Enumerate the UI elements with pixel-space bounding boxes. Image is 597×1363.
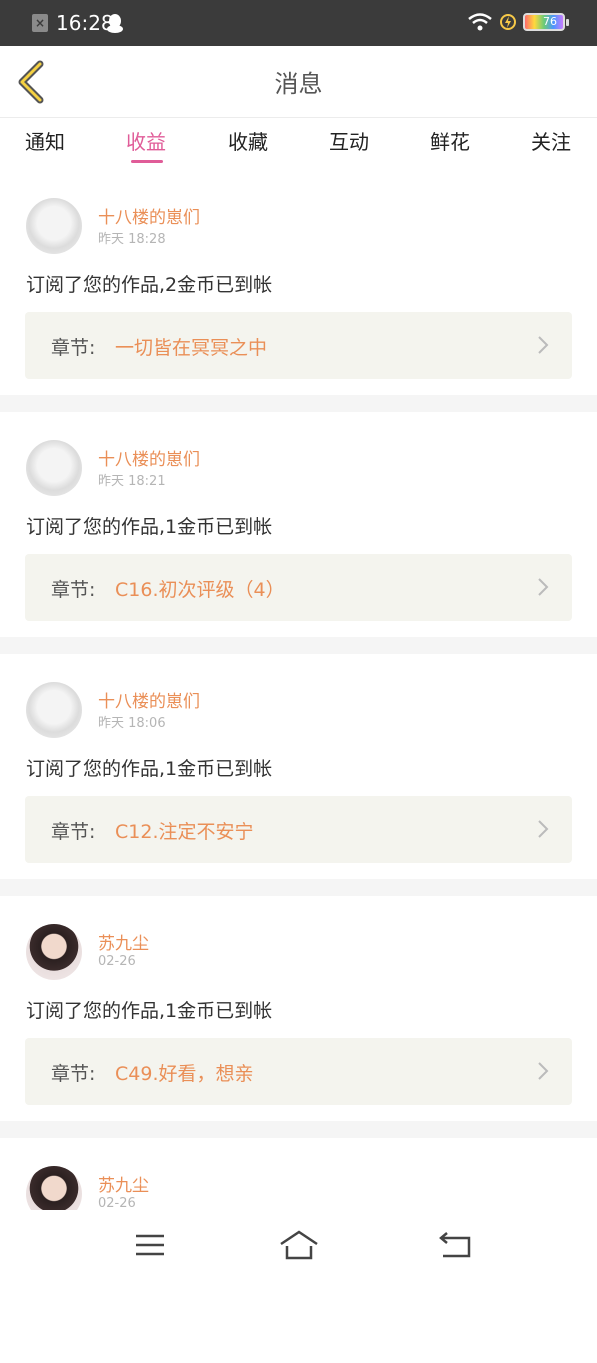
timestamp: 02-26 [98,954,136,969]
timestamp: 昨天 18:21 [98,474,166,489]
active-tab-indicator [131,160,163,163]
chapter-title: C49.好看，想亲 [115,1063,254,1085]
list-item: 十八楼的崽们 昨天 18:06 订阅了您的作品,1金币已到帐 章节: C12.注… [0,654,597,879]
menu-icon[interactable] [130,1228,170,1262]
charging-icon [500,14,516,30]
message-text: 订阅了您的作品,1金币已到帐 [26,1000,273,1022]
username[interactable]: 十八楼的崽们 [98,445,200,470]
tab-earnings[interactable]: 收益 [111,126,181,155]
qq-icon [107,14,123,33]
wifi-icon [468,13,492,31]
chapter-label: 章节: [51,1063,96,1085]
chapter-label: 章节: [51,821,96,843]
chapter-link[interactable]: 章节: C12.注定不安宁 [25,796,572,863]
tab-notice[interactable]: 通知 [10,126,80,155]
username[interactable]: 十八楼的崽们 [98,203,200,228]
chevron-right-icon [538,578,549,596]
message-text: 订阅了您的作品,1金币已到帐 [26,758,273,780]
chapter-link[interactable]: 章节: 一切皆在冥冥之中 [25,312,572,379]
chapter-link[interactable]: 章节: C16.初次评级（4） [25,554,572,621]
page-title: 消息 [274,70,323,98]
divider [0,1121,597,1138]
chapter-title: C12.注定不安宁 [115,821,254,843]
divider [0,879,597,896]
tab-bar: 通知 收益 收藏 互动 鲜花 关注 [0,118,597,170]
chevron-right-icon [538,336,549,354]
chapter-title: C16.初次评级（4） [115,579,285,601]
status-time: 16:28 [56,11,114,35]
chapter-label: 章节: [51,579,96,601]
battery-icon: 76 [523,13,569,31]
list-item: 十八楼的崽们 昨天 18:21 订阅了您的作品,1金币已到帐 章节: C16.初… [0,412,597,637]
timestamp: 昨天 18:28 [98,232,166,247]
avatar[interactable] [26,198,82,254]
list-item: 苏九尘 02-26 订阅了您的作品,1金币已到帐 章节: C49.好看，想亲 [0,896,597,1121]
chapter-label: 章节: [51,337,96,359]
chevron-right-icon [538,1062,549,1080]
chapter-link[interactable]: 章节: C49.好看，想亲 [25,1038,572,1105]
divider [0,637,597,654]
tab-favorites[interactable]: 收藏 [213,126,283,155]
username[interactable]: 苏九尘 [98,1171,149,1196]
tab-flowers[interactable]: 鲜花 [415,126,485,155]
avatar[interactable] [26,924,82,980]
message-list: 十八楼的崽们 昨天 18:28 订阅了您的作品,2金币已到帐 章节: 一切皆在冥… [0,170,597,1363]
tab-follow[interactable]: 关注 [516,126,586,155]
username[interactable]: 苏九尘 [98,929,149,954]
avatar[interactable] [26,440,82,496]
battery-level: 76 [543,15,557,28]
chapter-title: 一切皆在冥冥之中 [115,337,268,359]
avatar[interactable] [26,682,82,738]
home-icon[interactable] [279,1228,319,1262]
list-item: 十八楼的崽们 昨天 18:28 订阅了您的作品,2金币已到帐 章节: 一切皆在冥… [0,170,597,395]
message-text: 订阅了您的作品,2金币已到帐 [26,274,273,296]
back-icon[interactable] [435,1228,475,1262]
status-icons: 76 [467,12,569,32]
tab-interactions[interactable]: 互动 [314,126,384,155]
app-header: 消息 [0,46,597,118]
chevron-right-icon [538,820,549,838]
timestamp: 02-26 [98,1196,136,1211]
status-bar: × 16:28 76 [0,0,597,46]
notification-icon: × [32,14,48,32]
divider [0,395,597,412]
username[interactable]: 十八楼的崽们 [98,687,200,712]
timestamp: 昨天 18:06 [98,716,166,731]
system-nav-bar [0,1210,597,1280]
message-text: 订阅了您的作品,1金币已到帐 [26,516,273,538]
